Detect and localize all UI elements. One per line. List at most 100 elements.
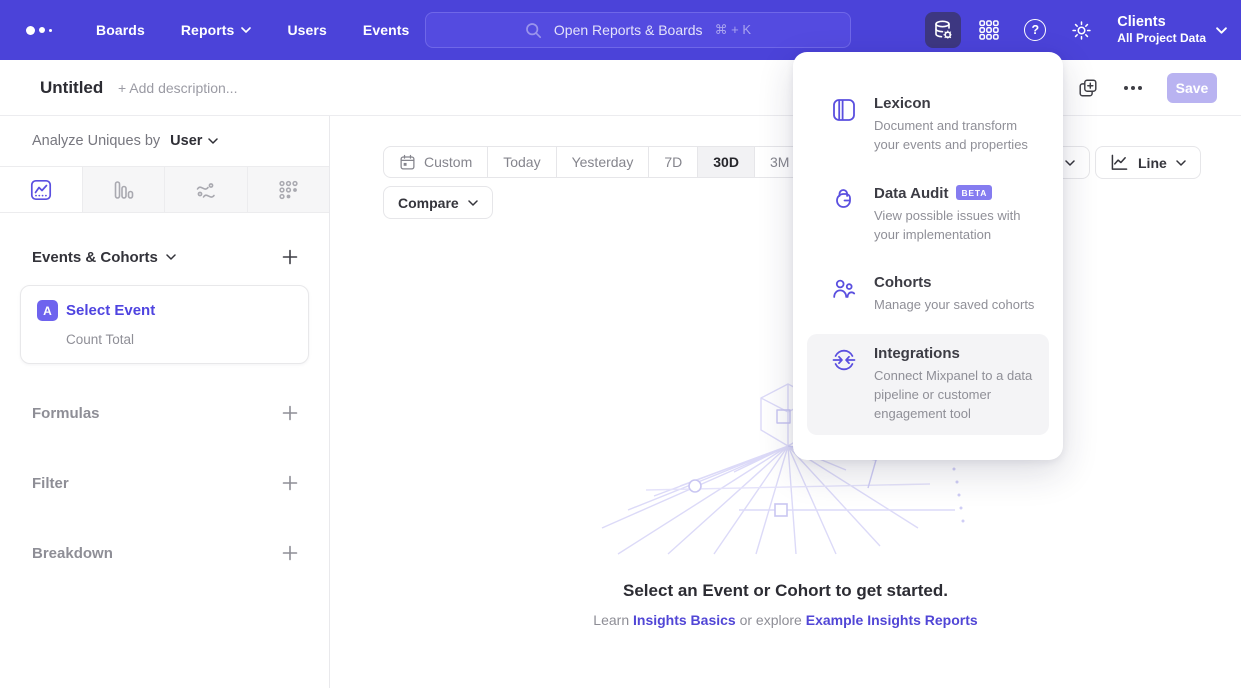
gear-icon — [1070, 19, 1093, 42]
event-card: A Select Event Count Total — [20, 285, 309, 364]
nav-item-label: Reports — [181, 22, 235, 38]
menu-item-title: Lexicon — [874, 95, 1035, 112]
help-glyph: ? — [1031, 23, 1039, 37]
chevron-down-icon — [1216, 27, 1227, 34]
or-explore-text: or explore — [736, 612, 806, 628]
range-label: 3M — [770, 154, 789, 170]
menu-item-title: Data Audit BETA — [874, 185, 1035, 202]
example-reports-link[interactable]: Example Insights Reports — [806, 612, 978, 628]
range-today[interactable]: Today — [487, 147, 555, 177]
formulas-label: Formulas — [32, 405, 100, 422]
tab-insights-linear[interactable] — [0, 167, 83, 212]
project-selector[interactable]: Clients All Project Data — [1117, 13, 1227, 47]
analyze-label: Analyze Uniques by — [32, 133, 160, 149]
main-content: Custom Today Yesterday 7D 30D 3M 6M Comp… — [330, 116, 1241, 688]
tab-retention[interactable] — [248, 167, 330, 212]
menu-item-text: Data Audit BETA View possible issues with… — [874, 185, 1035, 245]
menu-item-description: View possible issues with your implement… — [874, 207, 1035, 245]
insights-basics-link[interactable]: Insights Basics — [633, 612, 736, 628]
search-input[interactable]: Open Reports & Boards ⌘ + K — [425, 12, 851, 48]
analyze-by-value: User — [170, 133, 202, 149]
count-total-selector[interactable]: Count Total — [66, 332, 292, 347]
analyze-by-selector[interactable]: User — [170, 133, 218, 149]
nav-item-users[interactable]: Users — [287, 22, 326, 38]
range-30d[interactable]: 30D — [697, 147, 754, 177]
nav-item-boards[interactable]: Boards — [96, 22, 145, 38]
project-labels: Clients All Project Data — [1117, 13, 1206, 47]
compare-button[interactable]: Compare — [383, 186, 493, 219]
menu-item-title: Integrations — [874, 345, 1035, 362]
events-cohorts-header[interactable]: Events & Cohorts — [32, 249, 176, 266]
mixpanel-logo-icon[interactable] — [26, 26, 60, 35]
menu-item-lexicon[interactable]: Lexicon Document and transform your even… — [807, 84, 1049, 166]
select-event-control[interactable]: A Select Event — [37, 300, 292, 321]
events-cohorts-section: Events & Cohorts — [0, 245, 329, 269]
add-formula-button[interactable] — [281, 404, 299, 422]
tab-bar-chart[interactable] — [83, 167, 166, 212]
cohorts-icon — [831, 274, 857, 315]
search-icon — [525, 22, 542, 39]
plus-icon — [282, 249, 298, 265]
nav-item-label: Boards — [96, 22, 145, 38]
add-breakdown-button[interactable] — [281, 544, 299, 562]
flows-icon — [194, 178, 218, 202]
lexicon-icon — [831, 95, 857, 155]
filter-label: Filter — [32, 475, 69, 492]
beta-badge: BETA — [956, 185, 992, 200]
chart-type-dropdown[interactable]: Line — [1095, 146, 1201, 179]
database-gear-icon — [931, 18, 955, 42]
apps-grid-button[interactable] — [971, 12, 1007, 48]
left-sidebar: Analyze Uniques by User — [0, 116, 330, 688]
search-placeholder: Open Reports & Boards — [554, 22, 703, 38]
range-label: Today — [503, 154, 540, 170]
dots-grid-icon — [276, 178, 300, 202]
insights-report-page: Boards Reports Users Events Open Reports… — [0, 0, 1241, 688]
search-shortcut: ⌘ + K — [715, 22, 752, 38]
series-badge: A — [37, 300, 58, 321]
data-management-menu: Lexicon Document and transform your even… — [793, 52, 1063, 460]
top-nav-left: Boards Reports Users Events — [26, 0, 409, 60]
menu-item-data-audit[interactable]: Data Audit BETA View possible issues with… — [807, 174, 1049, 256]
range-7d[interactable]: 7D — [648, 147, 697, 177]
org-name: Clients — [1117, 13, 1206, 31]
chevron-down-icon — [166, 254, 176, 260]
chevron-down-icon — [208, 138, 218, 144]
report-title[interactable]: Untitled — [40, 78, 103, 98]
chevron-down-icon — [241, 27, 251, 33]
more-options-button[interactable] — [1123, 85, 1143, 91]
add-event-button[interactable] — [281, 248, 299, 266]
settings-button[interactable] — [1063, 12, 1099, 48]
data-management-button[interactable] — [925, 12, 961, 48]
menu-item-title-text: Data Audit — [874, 185, 948, 202]
tab-flows[interactable] — [165, 167, 248, 212]
range-custom[interactable]: Custom — [384, 147, 487, 177]
integrations-icon — [831, 345, 857, 424]
save-button[interactable]: Save — [1167, 73, 1217, 103]
line-chart-icon — [29, 178, 53, 202]
menu-item-cohorts[interactable]: Cohorts Manage your saved cohorts — [807, 263, 1049, 326]
duplicate-button[interactable] — [1077, 77, 1099, 99]
bar-chart-icon — [111, 178, 135, 202]
nav-item-label: Users — [287, 22, 326, 38]
range-label: Custom — [424, 154, 472, 170]
chart-type-label: Line — [1138, 155, 1167, 171]
range-yesterday[interactable]: Yesterday — [556, 147, 649, 177]
chart-type-tabs — [0, 166, 329, 213]
line-chart-icon — [1110, 154, 1129, 171]
nav-item-events[interactable]: Events — [363, 22, 410, 38]
chevron-down-icon — [1065, 160, 1075, 166]
help-button[interactable]: ? — [1017, 12, 1053, 48]
add-description-field[interactable]: + Add description... — [118, 80, 237, 96]
menu-item-integrations[interactable]: Integrations Connect Mixpanel to a data … — [807, 334, 1049, 435]
filter-section: Filter — [0, 471, 329, 495]
menu-item-title: Cohorts — [874, 274, 1034, 291]
learn-prefix: Learn — [593, 612, 633, 628]
breakdown-section: Breakdown — [0, 541, 329, 565]
nav-item-reports[interactable]: Reports — [181, 22, 252, 38]
events-cohorts-label: Events & Cohorts — [32, 249, 158, 266]
calendar-icon — [399, 154, 416, 171]
add-filter-button[interactable] — [281, 474, 299, 492]
chevron-down-icon — [1176, 160, 1186, 166]
report-actions: Save — [1077, 60, 1217, 116]
plus-icon — [282, 405, 298, 421]
